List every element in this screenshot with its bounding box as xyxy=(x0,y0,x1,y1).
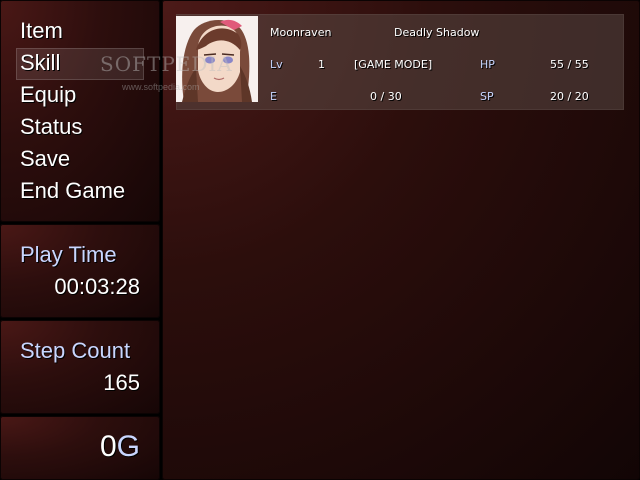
actor-name: Moonraven xyxy=(270,26,332,39)
party-status-window: Moonraven Deadly Shadow Lv 1 [GAME MODE]… xyxy=(162,0,640,480)
menu-item-skill[interactable]: Skill xyxy=(16,48,144,80)
play-time-value: 00:03:28 xyxy=(54,274,140,299)
menu-item-status[interactable]: Status xyxy=(16,112,144,144)
hp-value: 55 / 55 xyxy=(550,58,589,71)
menu-item-save[interactable]: Save xyxy=(16,144,144,176)
gold-display: 0G xyxy=(100,430,140,464)
actor-status-row[interactable]: Moonraven Deadly Shadow Lv 1 [GAME MODE]… xyxy=(176,14,624,110)
gold-window: 0G xyxy=(0,416,160,480)
menu-item-equip[interactable]: Equip xyxy=(16,80,144,112)
exp-label: E xyxy=(270,90,277,103)
menu-item-end-game[interactable]: End Game xyxy=(16,176,144,208)
step-count-label: Step Count xyxy=(20,338,131,363)
hp-label: HP xyxy=(480,58,495,71)
sp-label: SP xyxy=(480,90,494,103)
character-portrait-icon xyxy=(176,16,258,102)
step-count-value: 165 xyxy=(103,370,140,395)
menu-item-item[interactable]: Item xyxy=(16,16,144,48)
command-menu: Item Skill Equip Status Save End Game xyxy=(16,16,144,208)
level-label: Lv xyxy=(270,58,283,71)
actor-class: Deadly Shadow xyxy=(394,26,480,39)
command-menu-window: Item Skill Equip Status Save End Game xyxy=(0,0,160,222)
character-portrait xyxy=(176,16,258,102)
actor-state: [GAME MODE] xyxy=(354,58,433,71)
gold-unit: G xyxy=(116,430,140,463)
gold-amount: 0 xyxy=(99,430,117,463)
level-value: 1 xyxy=(318,58,325,71)
play-time-window: Play Time 00:03:28 xyxy=(0,224,160,318)
exp-value: 0 / 30 xyxy=(370,90,402,103)
play-time-label: Play Time xyxy=(20,242,117,267)
step-count-window: Step Count 165 xyxy=(0,320,160,414)
sp-value: 20 / 20 xyxy=(550,90,589,103)
